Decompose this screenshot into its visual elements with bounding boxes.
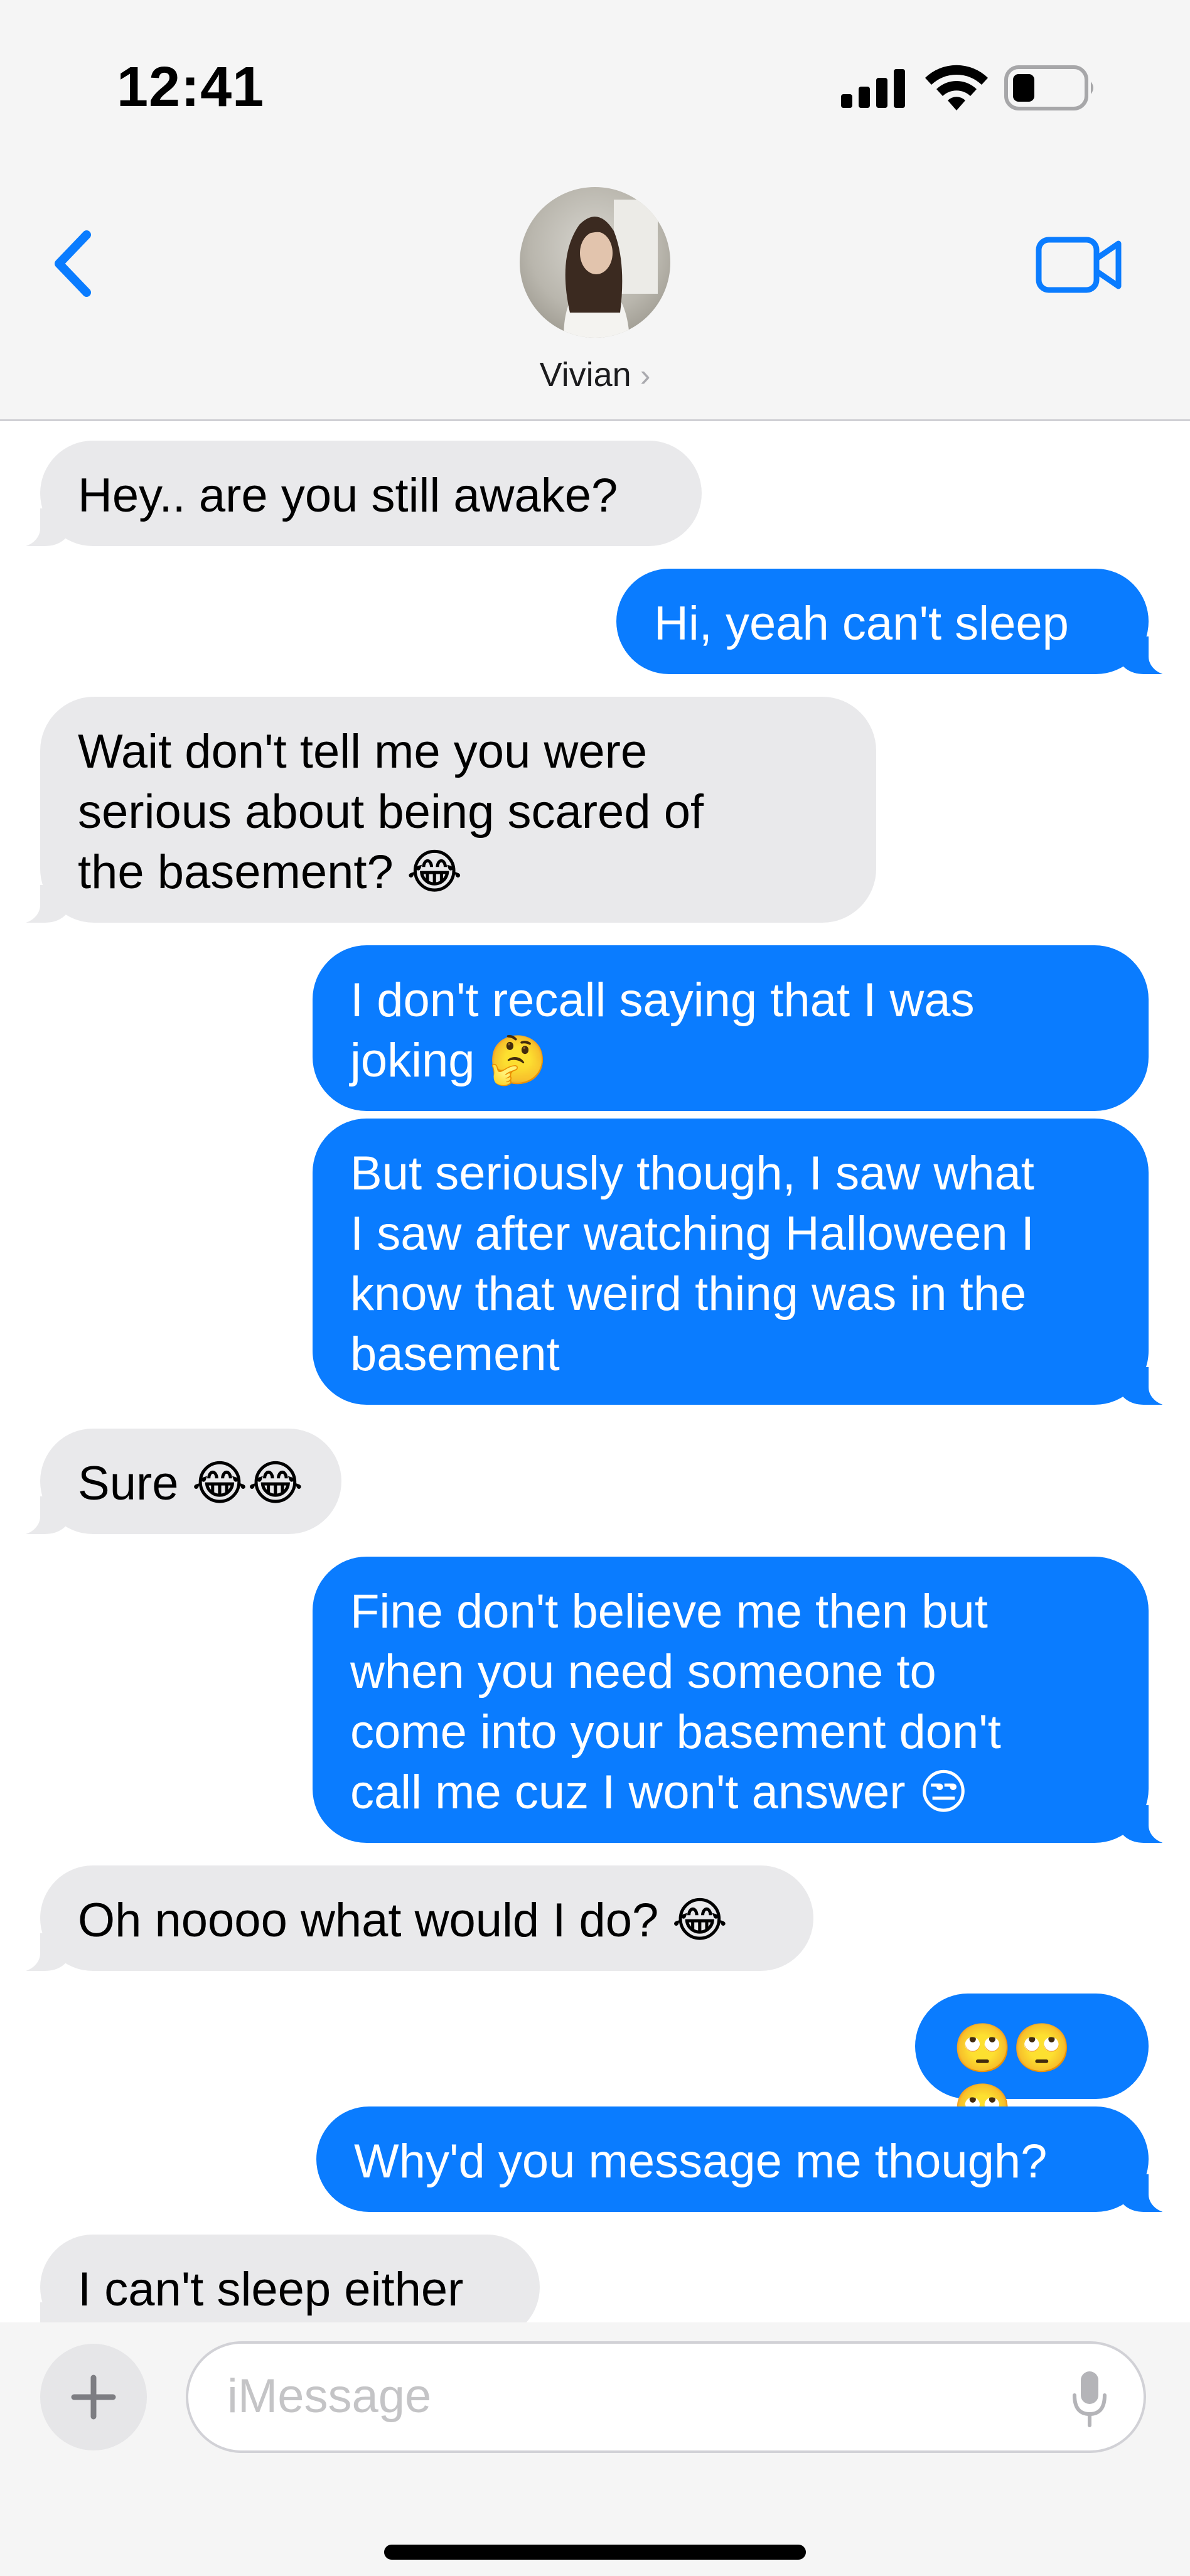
message-bubble-sent[interactable]: Fine don't believe me then but when you …	[313, 1557, 1177, 1844]
message-input-placeholder: iMessage	[227, 2369, 432, 2423]
contact-avatar[interactable]	[520, 187, 670, 338]
message-bubble-received[interactable]: Oh noooo what would I do? 😂	[11, 1865, 813, 1972]
message-bubble-sent[interactable]: I don't recall saying that I was joking …	[313, 945, 1149, 1111]
video-camera-icon[interactable]	[1036, 235, 1122, 295]
contact-name-label: Vivian	[539, 356, 631, 394]
plus-icon	[71, 2375, 116, 2420]
message-input[interactable]: iMessage	[186, 2341, 1146, 2453]
message-bubble-received[interactable]: Sure 😂😂	[11, 1429, 341, 1535]
battery-icon	[1004, 65, 1093, 110]
message-bubble-received[interactable]: I can't sleep either	[11, 2235, 540, 2322]
message-thread[interactable]: Hey.. are you still awake? Hi, yeah can'…	[0, 422, 1190, 2322]
message-bubble-sent[interactable]: 🙄🙄🙄	[915, 1994, 1149, 2135]
home-indicator[interactable]	[384, 2545, 806, 2560]
message-bubble-received[interactable]: Hey.. are you still awake?	[11, 441, 702, 547]
message-bubble-sent[interactable]: Why'd you message me though?	[316, 2106, 1177, 2213]
microphone-icon[interactable]	[1071, 2369, 1108, 2429]
message-bubble-received[interactable]: Wait don't tell me you were serious abou…	[11, 697, 876, 924]
status-time: 12:41	[117, 56, 265, 119]
chevron-right-icon: ›	[640, 358, 651, 393]
message-bubble-sent[interactable]: Hi, yeah can't sleep	[616, 569, 1177, 675]
wifi-icon	[925, 65, 988, 110]
back-chevron-icon[interactable]	[45, 226, 102, 301]
message-bubble-sent[interactable]: But seriously though, I saw what I saw a…	[313, 1119, 1177, 1406]
imessage-screen: 12:41 Vivian › Hey.. are you still awake…	[0, 0, 1190, 2576]
avatar-photo-icon	[564, 200, 658, 338]
add-attachment-button[interactable]	[40, 2344, 147, 2450]
header-bar: 12:41 Vivian ›	[0, 0, 1190, 421]
contact-name[interactable]: Vivian ›	[0, 355, 1190, 394]
compose-bar: iMessage	[0, 2322, 1190, 2576]
signal-icon	[841, 69, 905, 108]
